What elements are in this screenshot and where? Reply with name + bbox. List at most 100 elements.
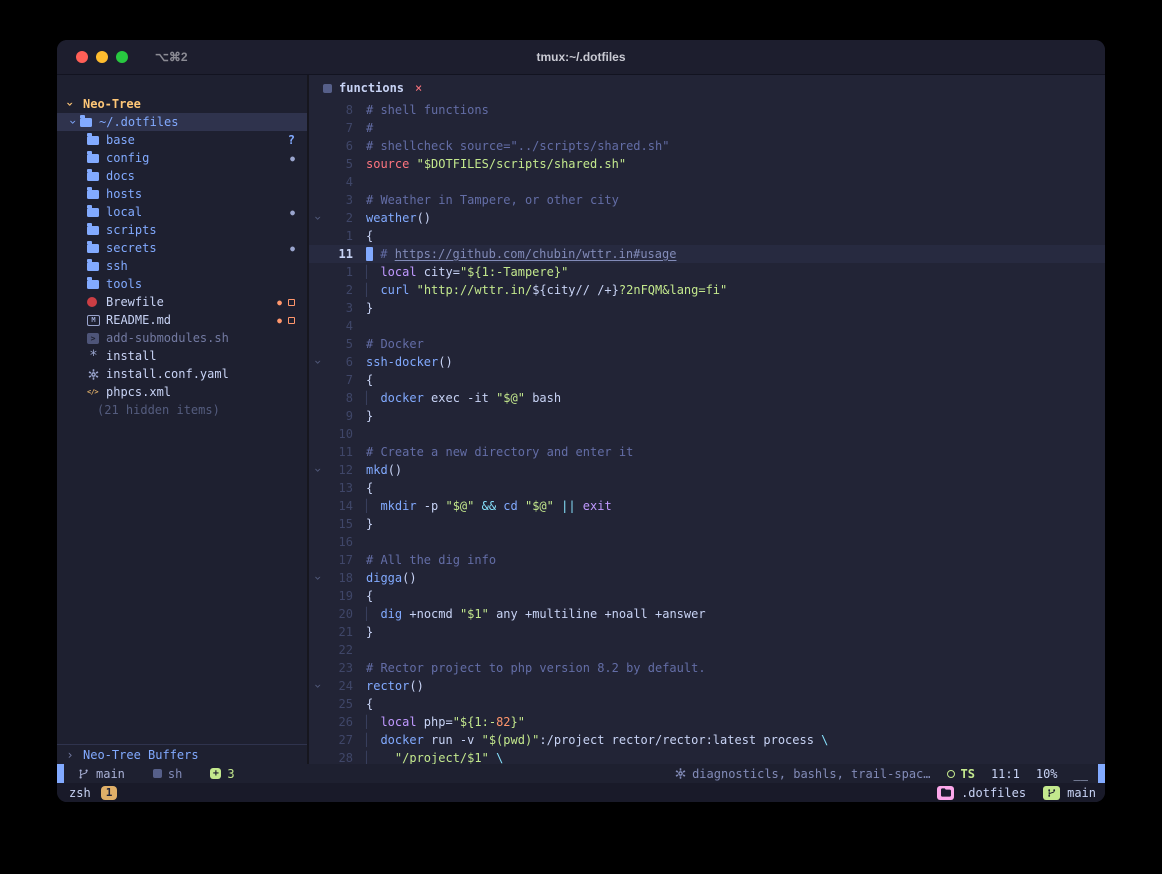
close-window-button[interactable]: [76, 51, 88, 63]
code-line[interactable]: 26▏ local php="${1:-82}": [309, 713, 1105, 731]
code-line[interactable]: 20▏ dig +nocmd "$1" any +multiline +noal…: [309, 605, 1105, 623]
line-content: {: [366, 479, 1105, 497]
code-line[interactable]: 2▏ curl "http://wttr.in/${city// /+}?2nF…: [309, 281, 1105, 299]
tree-item-base[interactable]: base?: [57, 131, 307, 149]
code-line[interactable]: 7#: [309, 119, 1105, 137]
code-line[interactable]: 11# Create a new directory and enter it: [309, 443, 1105, 461]
tree-item-label: base: [106, 133, 135, 147]
code-line[interactable]: 14▏ mkdir -p "$@" && cd "$@" || exit: [309, 497, 1105, 515]
shell-file-icon: [323, 84, 332, 93]
code-line[interactable]: 21}: [309, 623, 1105, 641]
tree-item-install.conf.yaml[interactable]: install.conf.yaml: [57, 365, 307, 383]
code-line[interactable]: 15}: [309, 515, 1105, 533]
tree-item-add-submodules.sh[interactable]: >add-submodules.sh: [57, 329, 307, 347]
tmux-window-index-badge[interactable]: 1: [101, 786, 118, 800]
indent-guide: ▏: [366, 607, 380, 621]
line-number: 20: [327, 605, 353, 623]
code-line[interactable]: 19{: [309, 587, 1105, 605]
git-status-badges: ●: [277, 298, 295, 307]
sign-column: [353, 749, 366, 764]
fold-column: [309, 533, 327, 551]
line-number: 17: [327, 551, 353, 569]
code-line[interactable]: 5source "$DOTFILES/scripts/shared.sh": [309, 155, 1105, 173]
tree-item-Brewfile[interactable]: Brewfile●: [57, 293, 307, 311]
hidden-items-label: (21 hidden items): [97, 403, 220, 417]
filetype-label: sh: [168, 767, 182, 781]
code-line[interactable]: 5# Docker: [309, 335, 1105, 353]
line-content: {: [366, 587, 1105, 605]
tree-item-config[interactable]: config●: [57, 149, 307, 167]
line-number: 3: [327, 191, 353, 209]
code-line[interactable]: ›24rector(): [309, 677, 1105, 695]
line-content: ▏ docker exec -it "$@" bash: [366, 389, 1105, 407]
sign-column: [353, 245, 366, 263]
tree-item-hosts[interactable]: hosts: [57, 185, 307, 203]
code-buffer[interactable]: 8# shell functions7#6# shellcheck source…: [309, 101, 1105, 764]
tmux-session-name[interactable]: zsh: [69, 786, 91, 800]
code-line[interactable]: 3# Weather in Tampere, or other city: [309, 191, 1105, 209]
sign-column: [353, 191, 366, 209]
fold-column: [309, 317, 327, 335]
code-line[interactable]: 13{: [309, 479, 1105, 497]
folder-icon: [87, 154, 99, 163]
code-line[interactable]: 27▏ docker run -v "$(pwd)":/project rect…: [309, 731, 1105, 749]
sign-column: [353, 371, 366, 389]
code-line[interactable]: 1▏ local city="${1:-Tampere}": [309, 263, 1105, 281]
line-content: # Create a new directory and enter it: [366, 443, 1105, 461]
fold-column: [309, 389, 327, 407]
code-line[interactable]: 28▏ "/project/$1" \: [309, 749, 1105, 764]
code-line[interactable]: 1{: [309, 227, 1105, 245]
code-line[interactable]: 25{: [309, 695, 1105, 713]
fold-chevron-icon[interactable]: ›: [309, 677, 327, 695]
code-line[interactable]: ›12mkd(): [309, 461, 1105, 479]
buffers-section-header[interactable]: › Neo-Tree Buffers: [57, 744, 307, 764]
code-line[interactable]: 4: [309, 317, 1105, 335]
minimize-window-button[interactable]: [96, 51, 108, 63]
code-line[interactable]: 9}: [309, 407, 1105, 425]
code-line[interactable]: ›2weather(): [309, 209, 1105, 227]
folder-icon: [87, 262, 99, 271]
tree-item-secrets[interactable]: secrets●: [57, 239, 307, 257]
code-line[interactable]: 8# shell functions: [309, 101, 1105, 119]
folder-icon: [87, 244, 99, 253]
fold-chevron-icon[interactable]: ›: [309, 209, 327, 227]
code-line[interactable]: 10: [309, 425, 1105, 443]
code-line[interactable]: 3}: [309, 299, 1105, 317]
git-branch[interactable]: main: [78, 767, 125, 781]
neotree-source-title[interactable]: › Neo-Tree: [57, 95, 307, 113]
code-line[interactable]: 6# shellcheck source="../scripts/shared.…: [309, 137, 1105, 155]
line-content: [366, 641, 1105, 659]
tree-item-root[interactable]: › ~/.dotfiles: [57, 113, 307, 131]
code-line[interactable]: 7{: [309, 371, 1105, 389]
titlebar[interactable]: ⌥⌘2 tmux:~/.dotfiles: [57, 40, 1105, 75]
code-line[interactable]: ›6ssh-docker(): [309, 353, 1105, 371]
fold-chevron-icon[interactable]: ›: [309, 461, 327, 479]
tree-item-tools[interactable]: tools: [57, 275, 307, 293]
code-line[interactable]: 16: [309, 533, 1105, 551]
code-line[interactable]: 8▏ docker exec -it "$@" bash: [309, 389, 1105, 407]
code-line[interactable]: 11 # https://github.com/chubin/wttr.in#u…: [309, 245, 1105, 263]
tab-functions[interactable]: functions ×: [323, 81, 422, 95]
zoom-window-button[interactable]: [116, 51, 128, 63]
code-line[interactable]: 22: [309, 641, 1105, 659]
line-content: [366, 425, 1105, 443]
fold-column: [309, 371, 327, 389]
tab-close-icon[interactable]: ×: [415, 81, 422, 95]
sign-column: [353, 389, 366, 407]
tree-item-local[interactable]: local●: [57, 203, 307, 221]
code-line[interactable]: ›18digga(): [309, 569, 1105, 587]
code-line[interactable]: 23# Rector project to php version 8.2 by…: [309, 659, 1105, 677]
fold-chevron-icon[interactable]: ›: [309, 353, 327, 371]
tree-item-README.md[interactable]: MREADME.md●: [57, 311, 307, 329]
tree-item-scripts[interactable]: scripts: [57, 221, 307, 239]
indent-guide: ▏: [366, 499, 380, 513]
code-line[interactable]: 4: [309, 173, 1105, 191]
sign-column: [353, 209, 366, 227]
tree-item-docs[interactable]: docs: [57, 167, 307, 185]
code-line[interactable]: 17# All the dig info: [309, 551, 1105, 569]
tree-item-ssh[interactable]: ssh: [57, 257, 307, 275]
chevron-down-icon: ›: [309, 358, 327, 366]
tree-item-phpcs.xml[interactable]: </>phpcs.xml: [57, 383, 307, 401]
tree-item-install[interactable]: *install: [57, 347, 307, 365]
fold-chevron-icon[interactable]: ›: [309, 569, 327, 587]
